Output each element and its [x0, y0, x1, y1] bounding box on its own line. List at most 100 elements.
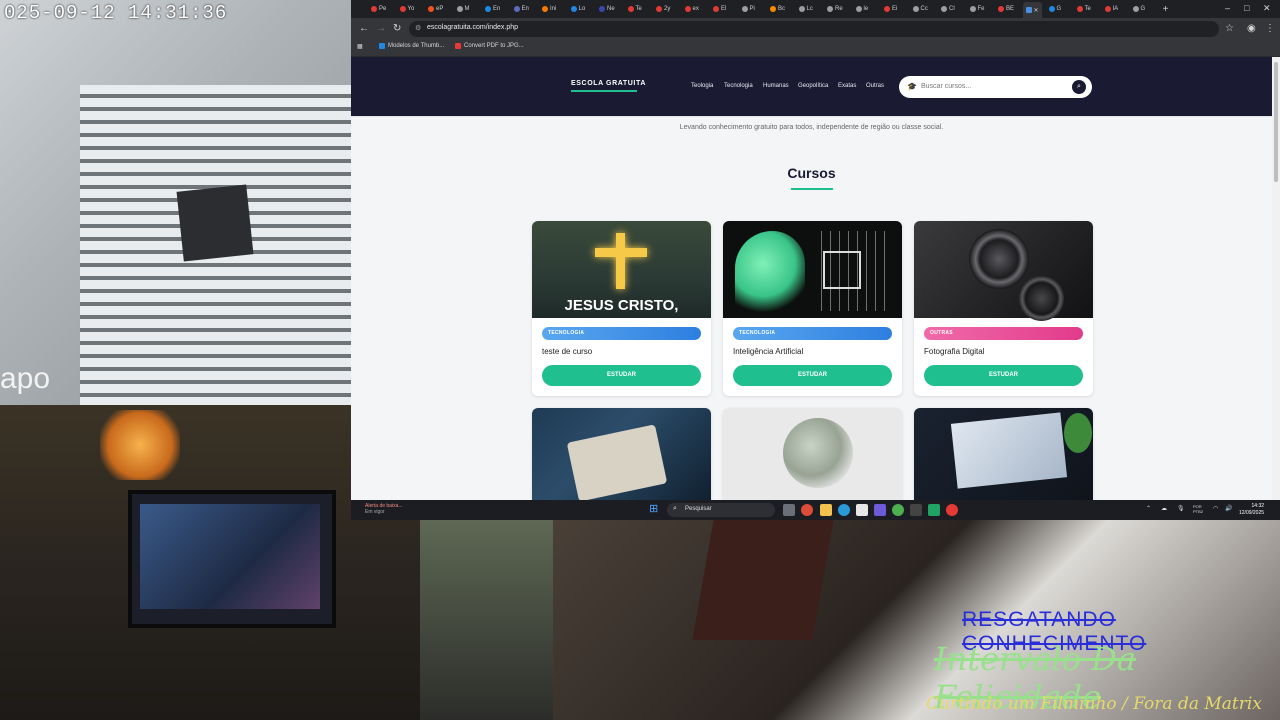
study-button[interactable]: ESTUDAR	[542, 365, 701, 386]
graduation-cap-icon: 🎓	[907, 82, 917, 91]
page-scrollbar[interactable]	[1272, 57, 1280, 500]
tab-label: En	[493, 6, 501, 12]
browser-tab[interactable]: Lc	[798, 3, 813, 15]
bookmark-star-icon[interactable]: ☆	[1225, 23, 1234, 34]
course-card[interactable]	[723, 408, 902, 500]
tab-label: Pe	[379, 6, 387, 12]
apps-icon[interactable]: ▦	[357, 43, 363, 50]
system-clock[interactable]: 14:32 12/09/2025	[1239, 503, 1264, 517]
volume-icon[interactable]: 🔊	[1225, 505, 1232, 512]
browser-tab[interactable]: Te	[627, 3, 642, 15]
bookmark-favicon-icon	[379, 43, 385, 49]
browser-tab[interactable]: Ei	[884, 3, 897, 15]
course-card[interactable]: JESUS CRISTO, TECNOLOGIA teste de curso …	[532, 221, 711, 396]
browser-tab[interactable]: IA	[1104, 3, 1118, 15]
browser-tab[interactable]: Cl	[941, 3, 955, 15]
nav-geopolitica[interactable]: Geopolítica	[798, 83, 828, 89]
course-card[interactable]	[914, 408, 1093, 500]
store-icon[interactable]	[856, 504, 868, 516]
study-button[interactable]: ESTUDAR	[924, 365, 1083, 386]
site-info-icon[interactable]: ⚙	[415, 24, 421, 32]
browser-tab[interactable]: M	[456, 3, 470, 15]
browser-tab[interactable]: le	[855, 3, 868, 15]
course-card[interactable]: TECNOLOGIA Inteligência Artificial ESTUD…	[723, 221, 902, 396]
search-input[interactable]: Buscar cursos...	[921, 83, 971, 90]
address-url[interactable]: escolagratuita.com/index.php	[427, 24, 518, 31]
brand-underline	[571, 90, 637, 92]
nav-teologia[interactable]: Teologia	[691, 83, 713, 89]
nav-outras[interactable]: Outras	[866, 83, 884, 89]
browser-tab[interactable]: Cc	[912, 3, 928, 15]
tab-favicon-icon	[912, 6, 919, 12]
course-image	[914, 221, 1093, 321]
browser-tab[interactable]: El	[713, 3, 726, 15]
study-button[interactable]: ESTUDAR	[733, 365, 892, 386]
browser-tab[interactable]: Fe	[969, 3, 985, 15]
wifi-icon[interactable]: ◠	[1213, 505, 1218, 512]
app-icon[interactable]	[892, 504, 904, 516]
chrome-icon[interactable]	[801, 504, 813, 516]
browser-tab[interactable]: G	[1048, 3, 1061, 15]
browser-tab[interactable]: G	[1132, 3, 1145, 15]
teams-icon[interactable]	[874, 504, 886, 516]
active-tab[interactable]: ✕	[1022, 2, 1042, 18]
scrollbar-thumb[interactable]	[1274, 62, 1278, 182]
tab-favicon-icon	[656, 6, 662, 12]
close-window-button[interactable]: ✕	[1263, 3, 1271, 14]
reload-icon[interactable]: ↻	[393, 23, 401, 34]
bookmark-item[interactable]: Modelos de Thumb...	[379, 43, 444, 49]
nav-exatas[interactable]: Exatas	[838, 83, 856, 89]
back-icon[interactable]: ←	[359, 23, 369, 34]
chevron-up-icon[interactable]: ⌃	[1146, 505, 1151, 512]
edge-icon[interactable]	[838, 504, 850, 516]
browser-tab[interactable]: Pi	[741, 3, 755, 15]
browser-tab[interactable]: Yo	[399, 3, 414, 15]
minimize-button[interactable]: –	[1225, 3, 1230, 13]
app-icon[interactable]	[910, 504, 922, 516]
tab-label: Re	[835, 6, 843, 12]
nav-humanas[interactable]: Humanas	[763, 83, 789, 89]
site-brand[interactable]: ESCOLA GRATUITA	[571, 80, 646, 87]
maximize-button[interactable]: □	[1244, 3, 1249, 13]
language-indicator[interactable]: POR PTB2	[1193, 504, 1203, 514]
browser-tab[interactable]: En	[513, 3, 529, 15]
forward-icon[interactable]: →	[376, 23, 386, 34]
browser-tab[interactable]: BE	[998, 3, 1014, 15]
weather-widget[interactable]: Alerta de baixa... Em vigor	[365, 503, 403, 515]
app-icon[interactable]	[928, 504, 940, 516]
nav-tecnologia[interactable]: Tecnologia	[724, 83, 753, 89]
close-tab-icon[interactable]: ✕	[1034, 7, 1039, 14]
browser-tab[interactable]: Re	[827, 3, 843, 15]
file-explorer-icon[interactable]	[820, 504, 832, 516]
browser-tab[interactable]: Te	[1076, 3, 1091, 15]
course-image: JESUS CRISTO,	[532, 221, 711, 318]
course-card[interactable]	[532, 408, 711, 500]
tab-label: Lo	[578, 6, 586, 12]
browser-tab[interactable]: Bc	[770, 3, 785, 15]
desk-lamp	[100, 410, 180, 480]
course-search[interactable]: 🎓 Buscar cursos... ⌕	[899, 76, 1092, 98]
microphone-icon[interactable]: 🎙	[1177, 505, 1185, 512]
new-tab-button[interactable]: +	[1163, 3, 1169, 15]
taskbar-search[interactable]: ⌕ Pesquisar	[667, 503, 775, 517]
app-icon[interactable]	[946, 504, 958, 516]
tab-label: Te	[635, 6, 642, 12]
browser-tab[interactable]: eP	[428, 3, 443, 15]
browser-tab[interactable]: 2y	[656, 3, 670, 15]
browser-tab[interactable]: Lo	[570, 3, 586, 15]
course-card[interactable]: OUTRAS Fotografia Digital ESTUDAR	[914, 221, 1093, 396]
browser-tab[interactable]: Ne	[599, 3, 615, 15]
browser-tab[interactable]: ex	[684, 3, 699, 15]
cloud-icon[interactable]: ☁	[1161, 505, 1167, 512]
address-bar[interactable]: ⚙ escolagratuita.com/index.php	[409, 21, 1219, 37]
task-view-icon[interactable]	[783, 504, 795, 516]
windows-start-icon[interactable]: ⊞	[649, 504, 660, 515]
profile-avatar[interactable]: ◉	[1247, 23, 1256, 34]
menu-icon[interactable]: ⋮	[1265, 23, 1275, 34]
open-book	[566, 424, 668, 500]
bookmark-item[interactable]: Convert PDF to JPG...	[455, 43, 524, 49]
browser-tab[interactable]: Pe	[371, 3, 386, 15]
search-icon[interactable]: ⌕	[1072, 80, 1086, 94]
browser-tab[interactable]: En	[485, 3, 500, 15]
browser-tab[interactable]: Ini	[542, 3, 556, 15]
